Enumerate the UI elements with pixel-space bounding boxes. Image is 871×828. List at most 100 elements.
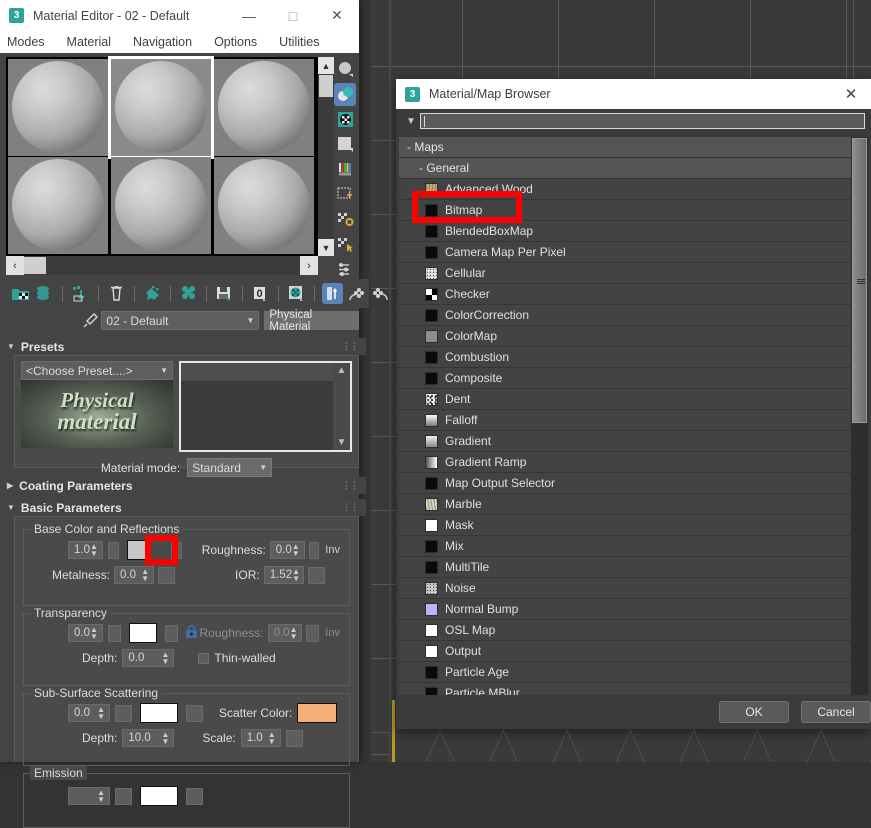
spinner-arrows[interactable]: ▲ ▼ xyxy=(90,543,100,558)
put-to-library-icon[interactable] xyxy=(214,283,235,304)
list-item[interactable]: Noise xyxy=(399,578,868,599)
reset-map-icon[interactable] xyxy=(106,283,127,304)
transparency-color-map-slot[interactable] xyxy=(164,624,178,642)
sample-slot-6[interactable] xyxy=(214,157,314,254)
scale-spinner[interactable]: 1.0 ▲ ▼ xyxy=(240,729,281,747)
get-material-icon[interactable] xyxy=(10,283,31,304)
list-item[interactable]: OSL Map xyxy=(399,620,868,641)
rollout-presets-header[interactable]: ▼ Presets ⋮⋮ xyxy=(0,338,366,355)
menu-modes[interactable]: Modes xyxy=(7,35,45,49)
ior-spinner[interactable]: 1.52 ▲ ▼ xyxy=(263,566,304,584)
material-id-channel-icon[interactable] xyxy=(334,258,356,281)
preset-list[interactable]: ▲ ▼ xyxy=(179,361,352,452)
sss-weight-spinner[interactable]: 0.0 ▲ ▼ xyxy=(68,704,110,722)
base-weight-map-slot[interactable] xyxy=(107,541,119,559)
lock-icon[interactable] xyxy=(185,624,198,642)
thin-walled-checkbox[interactable] xyxy=(198,652,210,664)
menu-utilities[interactable]: Utilities xyxy=(279,35,319,49)
list-item[interactable]: Mask xyxy=(399,515,868,536)
options-icon[interactable] xyxy=(334,208,356,231)
material-name-field[interactable]: 02 - Default ▼ xyxy=(101,311,260,330)
list-item[interactable]: Camera Map Per Pixel xyxy=(399,242,868,263)
list-item[interactable]: Cellular xyxy=(399,263,868,284)
scroll-up-button[interactable]: ▲ xyxy=(318,57,334,74)
slots-horizontal-scrollbar[interactable]: ‹ › xyxy=(6,256,318,275)
material-type-button[interactable]: Physical Material xyxy=(264,309,359,333)
go-to-parent-icon[interactable] xyxy=(346,283,367,304)
chevron-down-icon[interactable]: ▼ xyxy=(246,316,254,325)
spinner-arrows[interactable]: ▲ ▼ xyxy=(161,731,171,746)
close-button[interactable]: ✕ xyxy=(315,0,359,31)
emission-weight-spinner[interactable]: ▲ ▼ xyxy=(68,787,110,805)
emission-color-swatch[interactable] xyxy=(140,786,178,806)
hscroll-thumb[interactable] xyxy=(24,257,46,274)
sample-uv-tiling-icon[interactable] xyxy=(334,133,356,156)
roughness-inv-button[interactable]: Inv xyxy=(322,543,343,557)
group-maps[interactable]: - Maps xyxy=(399,137,868,158)
metalness-spinner[interactable]: 0.0 ▲ ▼ xyxy=(114,566,155,584)
preset-list-row[interactable] xyxy=(181,363,350,381)
list-item[interactable]: BlendedBoxMap xyxy=(399,221,868,242)
background-checker-icon[interactable] xyxy=(334,108,356,131)
chevron-down-icon[interactable]: ▼ xyxy=(402,113,420,129)
roughness-spinner[interactable]: 0.0 ▲ ▼ xyxy=(269,541,305,559)
rollout-coating-header[interactable]: ▶ Coating Parameters ⋮⋮ xyxy=(0,477,366,494)
search-input[interactable] xyxy=(420,113,865,129)
spinner-arrows[interactable]: ▲ ▼ xyxy=(141,568,151,583)
minimize-button[interactable]: — xyxy=(227,0,271,31)
sss-color-swatch[interactable] xyxy=(140,703,178,723)
transparency-weight-map-slot[interactable] xyxy=(107,624,121,642)
menu-navigation[interactable]: Navigation xyxy=(133,35,192,49)
sss-depth-spinner[interactable]: 10.0 ▲ ▼ xyxy=(122,729,175,747)
list-item[interactable]: Falloff xyxy=(399,410,868,431)
sss-weight-map-slot[interactable] xyxy=(115,704,132,722)
menu-material[interactable]: Material xyxy=(67,35,111,49)
scroll-left-button[interactable]: ‹ xyxy=(6,256,24,275)
metalness-map-slot[interactable] xyxy=(158,566,176,584)
list-item[interactable]: Map Output Selector xyxy=(399,473,868,494)
list-item[interactable]: ColorCorrection xyxy=(399,305,868,326)
browser-close-button[interactable]: ✕ xyxy=(831,79,871,109)
list-item[interactable]: Output xyxy=(399,641,868,662)
transparency-weight-spinner[interactable]: 0.0 ▲ ▼ xyxy=(68,624,103,642)
map-list-scrollbar[interactable] xyxy=(851,137,868,703)
map-list-scrollbar-thumb[interactable] xyxy=(852,138,867,423)
sample-slot-5[interactable] xyxy=(111,157,211,254)
sample-type-icon[interactable] xyxy=(334,58,356,81)
chevron-down-icon[interactable]: ▼ xyxy=(337,437,347,448)
sss-color-map-slot[interactable] xyxy=(186,704,203,722)
make-unique-icon[interactable] xyxy=(178,283,199,304)
spinner-arrows[interactable]: ▲ ▼ xyxy=(268,731,278,746)
spinner-arrows[interactable]: ▲ ▼ xyxy=(292,543,302,558)
rollout-basic-header[interactable]: ▼ Basic Parameters ⋮⋮ xyxy=(0,499,366,516)
material-mode-dropdown[interactable]: Standard ▼ xyxy=(187,458,273,477)
spinner-arrows[interactable]: ▲ ▼ xyxy=(292,568,302,583)
ok-button[interactable]: OK xyxy=(719,701,789,723)
material-editor-titlebar[interactable]: 3 Material Editor - 02 - Default — □ ✕ xyxy=(0,0,359,31)
scale-map-slot[interactable] xyxy=(285,729,303,747)
make-material-copy-icon[interactable] xyxy=(142,283,163,304)
base-weight-spinner[interactable]: 1.0 ▲ ▼ xyxy=(68,541,103,559)
spinner-arrows[interactable]: ▲ ▼ xyxy=(97,789,107,804)
show-end-result-icon[interactable] xyxy=(322,283,343,304)
spinner-arrows[interactable]: ▲ ▼ xyxy=(161,651,171,666)
group-general[interactable]: - General xyxy=(399,158,868,179)
spinner-arrows[interactable]: ▲ ▼ xyxy=(97,706,107,721)
roughness-map-slot[interactable] xyxy=(308,541,320,559)
list-item[interactable]: MultiTile xyxy=(399,557,868,578)
sample-slot-3[interactable] xyxy=(214,59,314,156)
eyedropper-icon[interactable] xyxy=(80,311,101,331)
preset-list-scrollbar[interactable]: ▲ ▼ xyxy=(333,363,350,450)
scroll-right-button[interactable]: › xyxy=(300,256,318,275)
video-color-check-icon[interactable] xyxy=(334,158,356,181)
list-item[interactable]: Marble xyxy=(399,494,868,515)
sample-slot-2[interactable] xyxy=(108,56,214,159)
list-item[interactable]: Particle Age xyxy=(399,662,868,683)
select-by-material-icon[interactable] xyxy=(334,233,356,256)
list-item[interactable]: Gradient Ramp xyxy=(399,452,868,473)
emission-color-map-slot[interactable] xyxy=(186,787,203,805)
browser-titlebar[interactable]: 3 Material/Map Browser ✕ xyxy=(396,79,871,109)
list-item[interactable]: Dent xyxy=(399,389,868,410)
material-id-icon[interactable]: 0 xyxy=(250,283,271,304)
maximize-button[interactable]: □ xyxy=(271,0,315,31)
